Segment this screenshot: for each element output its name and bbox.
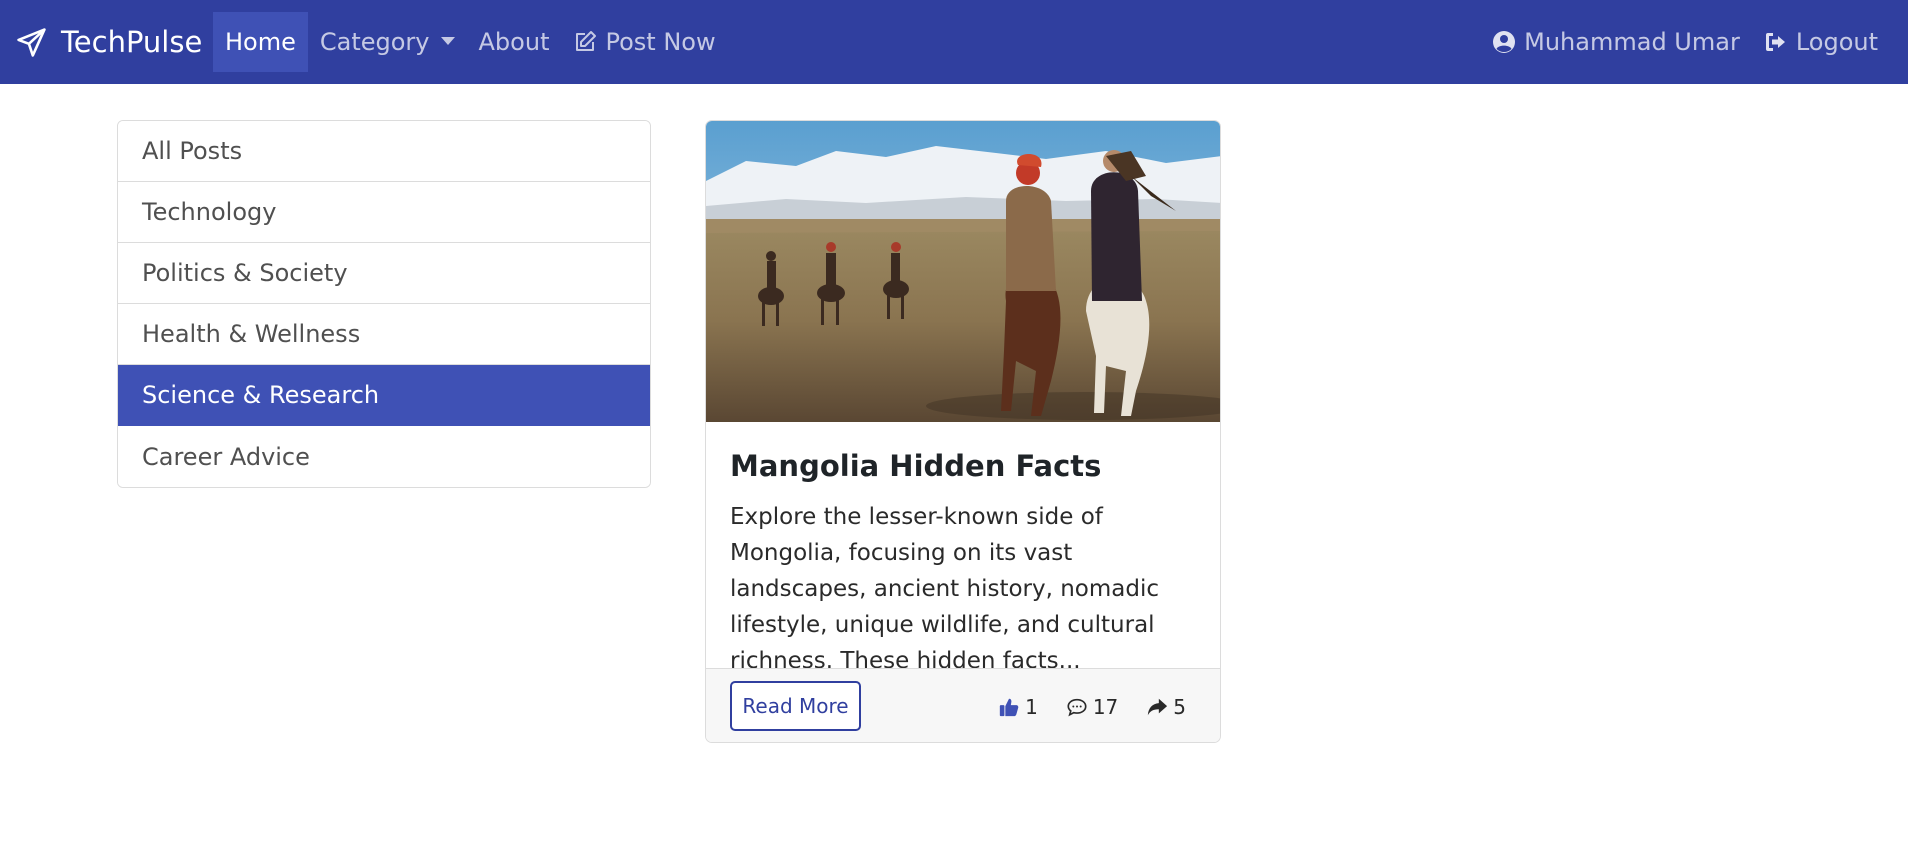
sidebar-item-science-research[interactable]: Science & Research <box>118 365 650 426</box>
read-more-button[interactable]: Read More <box>730 681 861 731</box>
sidebar-item-label: Science & Research <box>142 381 380 409</box>
share-button[interactable]: 5 <box>1146 695 1186 719</box>
share-count: 5 <box>1173 695 1186 719</box>
brand-link[interactable]: TechPulse <box>16 0 202 84</box>
nav-home[interactable]: Home <box>213 12 308 72</box>
comment-dots-icon <box>1067 698 1087 717</box>
nav-user-menu: Muhammad Umar Logout <box>1480 12 1890 72</box>
nav-category-dropdown[interactable]: Category <box>308 12 467 72</box>
nav-post-now[interactable]: Post Now <box>561 12 727 72</box>
sign-out-icon <box>1765 33 1785 51</box>
sidebar-item-label: Technology <box>142 198 277 226</box>
post-card-footer: Read More 1 17 5 <box>706 668 1220 742</box>
user-circle-icon <box>1493 31 1516 53</box>
edit-icon <box>576 31 597 51</box>
nav-category-label: Category <box>319 28 430 56</box>
sidebar-item-label: All Posts <box>142 137 243 165</box>
nav-user-profile[interactable]: Muhammad Umar <box>1480 12 1752 72</box>
post-image <box>706 121 1220 422</box>
sidebar-item-politics-society[interactable]: Politics & Society <box>118 243 650 304</box>
comment-count: 17 <box>1092 695 1119 719</box>
nav-about-label: About <box>478 28 550 56</box>
post-stats: 1 17 5 <box>970 669 1186 742</box>
caret-down-icon <box>440 37 455 45</box>
category-sidebar: All Posts Technology Politics & Society … <box>117 120 651 488</box>
sidebar-item-label: Health & Wellness <box>142 320 361 348</box>
logout-label: Logout <box>1795 28 1878 56</box>
post-card: Mangolia Hidden Facts Explore the lesser… <box>705 120 1221 743</box>
nav-post-now-label: Post Now <box>605 28 716 56</box>
sidebar-item-label: Politics & Society <box>142 259 348 287</box>
share-icon <box>1148 698 1168 716</box>
nav-logout[interactable]: Logout <box>1752 12 1890 72</box>
like-button[interactable]: 1 <box>998 695 1038 719</box>
paper-plane-icon <box>17 27 46 57</box>
user-name: Muhammad Umar <box>1524 28 1740 56</box>
comment-button[interactable]: 17 <box>1066 695 1118 719</box>
post-title: Mangolia Hidden Facts <box>730 449 1102 483</box>
like-count: 1 <box>1025 695 1038 719</box>
sidebar-item-label: Career Advice <box>142 442 310 471</box>
post-card-body: Mangolia Hidden Facts Explore the lesser… <box>730 447 1200 679</box>
sidebar-item-career-advice[interactable]: Career Advice <box>118 426 650 487</box>
sidebar-item-health-wellness[interactable]: Health & Wellness <box>118 304 650 365</box>
nav-about[interactable]: About <box>467 12 562 72</box>
nav-menu: Home Category About Post Now <box>213 12 728 72</box>
brand-name: TechPulse <box>61 25 203 59</box>
sidebar-item-technology[interactable]: Technology <box>118 182 650 243</box>
top-navbar: TechPulse Home Category About Post Now M… <box>0 0 1908 84</box>
thumbs-up-icon <box>999 698 1019 717</box>
nav-home-label: Home <box>225 28 296 56</box>
sidebar-item-all-posts[interactable]: All Posts <box>118 121 650 182</box>
post-excerpt: Explore the lesser-known side of Mongoli… <box>730 504 1160 674</box>
post-image-illustration <box>706 121 1220 422</box>
